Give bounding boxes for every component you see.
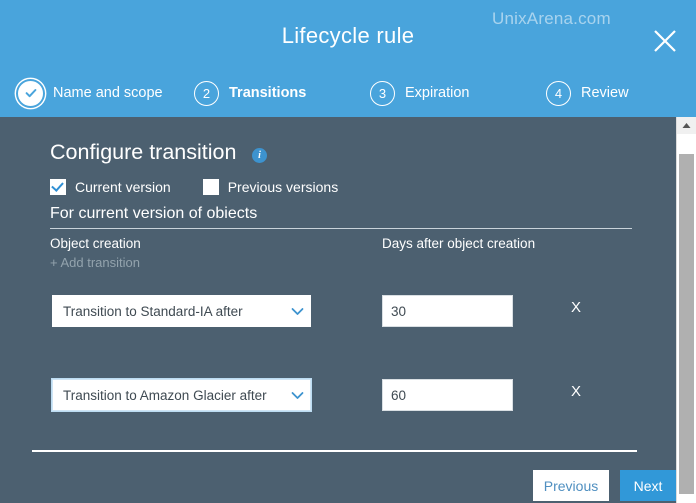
transition-row: Transition to Standard-IA after X [0, 295, 676, 327]
checkbox-spacer [171, 187, 203, 188]
step-3-number: 3 [370, 80, 395, 106]
step-1-check-icon [18, 80, 43, 106]
transition-type-select-1[interactable]: Transition to Standard-IA after [52, 295, 311, 327]
close-icon[interactable] [648, 24, 682, 58]
next-button[interactable]: Next [620, 470, 676, 501]
step-2-label: Transitions [229, 85, 307, 101]
chevron-down-icon [284, 295, 310, 327]
page-title: Configure transition [50, 140, 237, 164]
transition-type-select-2[interactable]: Transition to Amazon Glacier after [52, 379, 311, 411]
step-1-label: Name and scope [53, 85, 163, 101]
step-4-label: Review [581, 85, 629, 101]
section-divider [50, 228, 632, 229]
transition-type-value-2: Transition to Amazon Glacier after [63, 387, 267, 403]
transition-type-value-1: Transition to Standard-IA after [63, 303, 243, 319]
version-scope-checkbox-group: Current version Previous versions [50, 178, 338, 196]
remove-transition-button-1[interactable]: X [567, 299, 585, 316]
transition-row: Transition to Amazon Glacier after X [0, 379, 676, 411]
current-version-label[interactable]: Current version [75, 179, 171, 195]
scrollbar-track[interactable] [677, 134, 696, 503]
step-4-number: 4 [546, 80, 571, 106]
chevron-down-icon [284, 379, 310, 411]
scroll-up-arrow-icon[interactable] [677, 117, 696, 134]
step-name-and-scope[interactable]: Name and scope [18, 76, 163, 110]
remove-transition-button-2[interactable]: X [567, 383, 585, 400]
step-expiration[interactable]: 3 Expiration [370, 76, 469, 110]
subsection-title: For current version of obiects [50, 205, 258, 222]
previous-versions-label[interactable]: Previous versions [228, 179, 339, 195]
add-transition-link[interactable]: + Add transition [50, 255, 140, 270]
step-3-label: Expiration [405, 85, 470, 101]
dialog-body: Configure transition i Current version P… [0, 117, 676, 503]
dialog-title: Lifecycle rule [281, 23, 415, 48]
column-header-days-after-creation: Days after object creation [382, 236, 536, 251]
column-header-object-creation: Object creation [50, 236, 141, 251]
lifecycle-rule-dialog: UnixArena.com Lifecycle rule Name and sc… [0, 0, 696, 503]
days-after-creation-input-1[interactable] [382, 295, 513, 327]
dialog-header: UnixArena.com Lifecycle rule Name and sc… [0, 0, 696, 117]
current-version-checkbox[interactable] [50, 179, 66, 195]
previous-button[interactable]: Previous [533, 470, 609, 501]
vertical-scrollbar[interactable] [676, 117, 696, 503]
days-after-creation-input-2[interactable] [382, 379, 513, 411]
step-review[interactable]: 4 Review [546, 76, 629, 110]
scrollbar-thumb[interactable] [679, 154, 694, 494]
step-transitions[interactable]: 2 Transitions [194, 76, 306, 110]
footer-divider [32, 450, 637, 452]
step-indicator: Name and scope 2 Transitions 3 Expiratio… [0, 76, 696, 110]
step-2-number: 2 [194, 80, 219, 106]
info-icon[interactable]: i [252, 148, 267, 163]
previous-versions-checkbox[interactable] [202, 179, 219, 195]
